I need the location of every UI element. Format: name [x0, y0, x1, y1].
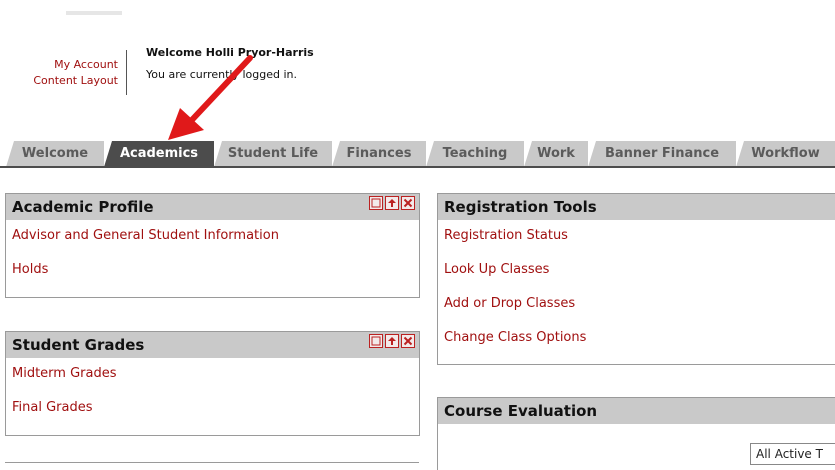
account-links: My Account Content Layout — [8, 57, 118, 89]
my-account-link[interactable]: My Account — [8, 57, 118, 73]
channel-controls — [367, 196, 415, 210]
annotation-arrow — [168, 55, 253, 140]
tab-bar-underline — [0, 166, 835, 168]
term-select[interactable]: All Active T — [750, 443, 835, 465]
registration-tools-channel: Registration Tools Registration Status L… — [437, 193, 835, 365]
midterm-grades-link[interactable]: Midterm Grades — [12, 366, 117, 381]
tab-finances[interactable]: Finances — [332, 141, 426, 167]
channel-header: Academic Profile — [6, 194, 419, 220]
final-grades-link[interactable]: Final Grades — [12, 400, 93, 415]
minimize-icon[interactable] — [369, 334, 383, 348]
channel-title: Course Evaluation — [444, 402, 598, 420]
move-up-icon[interactable] — [385, 334, 399, 348]
close-icon[interactable] — [401, 334, 415, 348]
channel-header: Student Grades — [6, 332, 419, 358]
student-grades-channel: Student Grades Midterm Grades Final Grad… — [5, 331, 420, 436]
channel-header: Course Evaluation — [438, 398, 835, 424]
look-up-classes-link[interactable]: Look Up Classes — [444, 262, 549, 277]
add-drop-classes-link[interactable]: Add or Drop Classes — [444, 296, 575, 311]
holds-link[interactable]: Holds — [12, 262, 48, 277]
academic-profile-channel: Academic Profile Advisor and General Stu… — [5, 193, 420, 298]
channel-title: Academic Profile — [12, 198, 154, 216]
logo-fragment — [66, 11, 122, 15]
tab-teaching[interactable]: Teaching — [426, 141, 524, 167]
channel-header: Registration Tools — [438, 194, 835, 220]
change-class-options-link[interactable]: Change Class Options — [444, 330, 586, 345]
course-evaluation-channel: Course Evaluation All Active T — [437, 397, 835, 470]
portal-tab-bar: Welcome Academics Student Life Finances … — [0, 141, 835, 167]
close-icon[interactable] — [401, 196, 415, 210]
registration-status-link[interactable]: Registration Status — [444, 228, 568, 243]
move-up-icon[interactable] — [385, 196, 399, 210]
channel-title: Registration Tools — [444, 198, 597, 216]
channel-controls — [367, 334, 415, 348]
channel-border-fragment — [5, 462, 419, 463]
tab-welcome[interactable]: Welcome — [6, 141, 104, 167]
tab-banner-finance[interactable]: Banner Finance — [588, 141, 736, 167]
minimize-icon[interactable] — [369, 196, 383, 210]
header-divider — [126, 50, 127, 95]
content-layout-link[interactable]: Content Layout — [8, 73, 118, 89]
tab-workflow[interactable]: Workflow — [736, 141, 835, 167]
channel-title: Student Grades — [12, 336, 145, 354]
tab-work[interactable]: Work — [524, 141, 588, 167]
advisor-info-link[interactable]: Advisor and General Student Information — [12, 228, 279, 243]
